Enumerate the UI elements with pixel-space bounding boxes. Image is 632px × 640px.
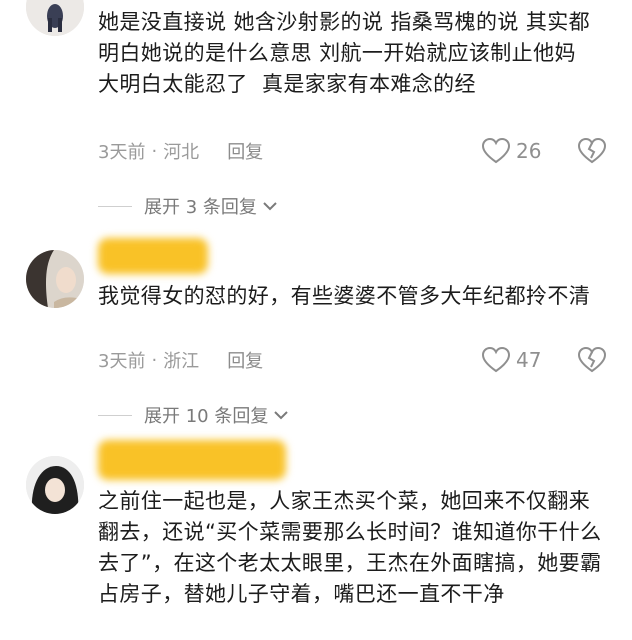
meta-separator: · <box>151 140 158 162</box>
chevron-down-icon <box>274 411 289 420</box>
chevron-down-icon <box>263 202 277 211</box>
like-button[interactable]: 26 <box>482 136 541 166</box>
reply-button[interactable]: 回复 <box>227 138 263 164</box>
like-count: 47 <box>516 348 542 372</box>
comment-meta: 3天前 · 浙江 回复 <box>98 345 263 375</box>
comment-text: 之前住一起也是，人家王杰买个菜，她回来不仅翻来翻去，还说“买个菜需要那么长时间？… <box>98 489 602 606</box>
expand-replies-label: 展开 3 条回复 <box>144 197 257 218</box>
username-redaction <box>98 440 286 480</box>
meta-separator: · <box>151 349 158 371</box>
expand-replies-button[interactable]: 展开 10 条回复 <box>98 400 289 430</box>
comment-time: 3天前 <box>98 351 146 372</box>
avatar[interactable] <box>26 456 84 514</box>
comment-item-3: 之前住一起也是，人家王杰买个菜，她回来不仅翻来翻去，还说“买个菜需要那么长时间？… <box>0 430 632 640</box>
comment-text: 她是没直接说 她含沙射影的说 指桑骂槐的说 其实都明白她说的是什么意思 刘航一开… <box>98 10 591 96</box>
avatar[interactable] <box>26 0 84 36</box>
expand-replies-button[interactable]: 展开 3 条回复 <box>98 191 277 221</box>
heart-outline-icon <box>482 138 510 164</box>
like-count: 26 <box>516 139 542 163</box>
dislike-button[interactable] <box>578 345 606 375</box>
comment-time: 3天前 <box>98 142 146 163</box>
username-redaction <box>98 238 208 274</box>
avatar[interactable] <box>26 250 84 308</box>
comment-item-2: 我觉得女的怼的好，有些婆婆不管多大年纪都拎不清 3天前 · 浙江 回复 47 展… <box>0 230 632 430</box>
comment-location: 浙江 <box>163 351 200 372</box>
heart-outline-icon <box>482 347 510 373</box>
comment-location: 河北 <box>163 142 200 163</box>
divider-line <box>98 205 132 207</box>
reply-button[interactable]: 回复 <box>227 347 263 373</box>
comment-item-1: 她是没直接说 她含沙射影的说 指桑骂槐的说 其实都明白她说的是什么意思 刘航一开… <box>0 0 632 230</box>
comment-list: 她是没直接说 她含沙射影的说 指桑骂槐的说 其实都明白她说的是什么意思 刘航一开… <box>0 0 632 640</box>
like-button[interactable]: 47 <box>482 345 541 375</box>
broken-heart-icon <box>578 347 606 373</box>
broken-heart-icon <box>578 138 606 164</box>
dislike-button[interactable] <box>578 136 606 166</box>
comment-meta: 3天前 · 河北 回复 <box>98 136 263 166</box>
expand-replies-label: 展开 10 条回复 <box>144 406 269 427</box>
divider-line <box>98 414 132 416</box>
comment-text: 我觉得女的怼的好，有些婆婆不管多大年纪都拎不清 <box>98 284 591 308</box>
